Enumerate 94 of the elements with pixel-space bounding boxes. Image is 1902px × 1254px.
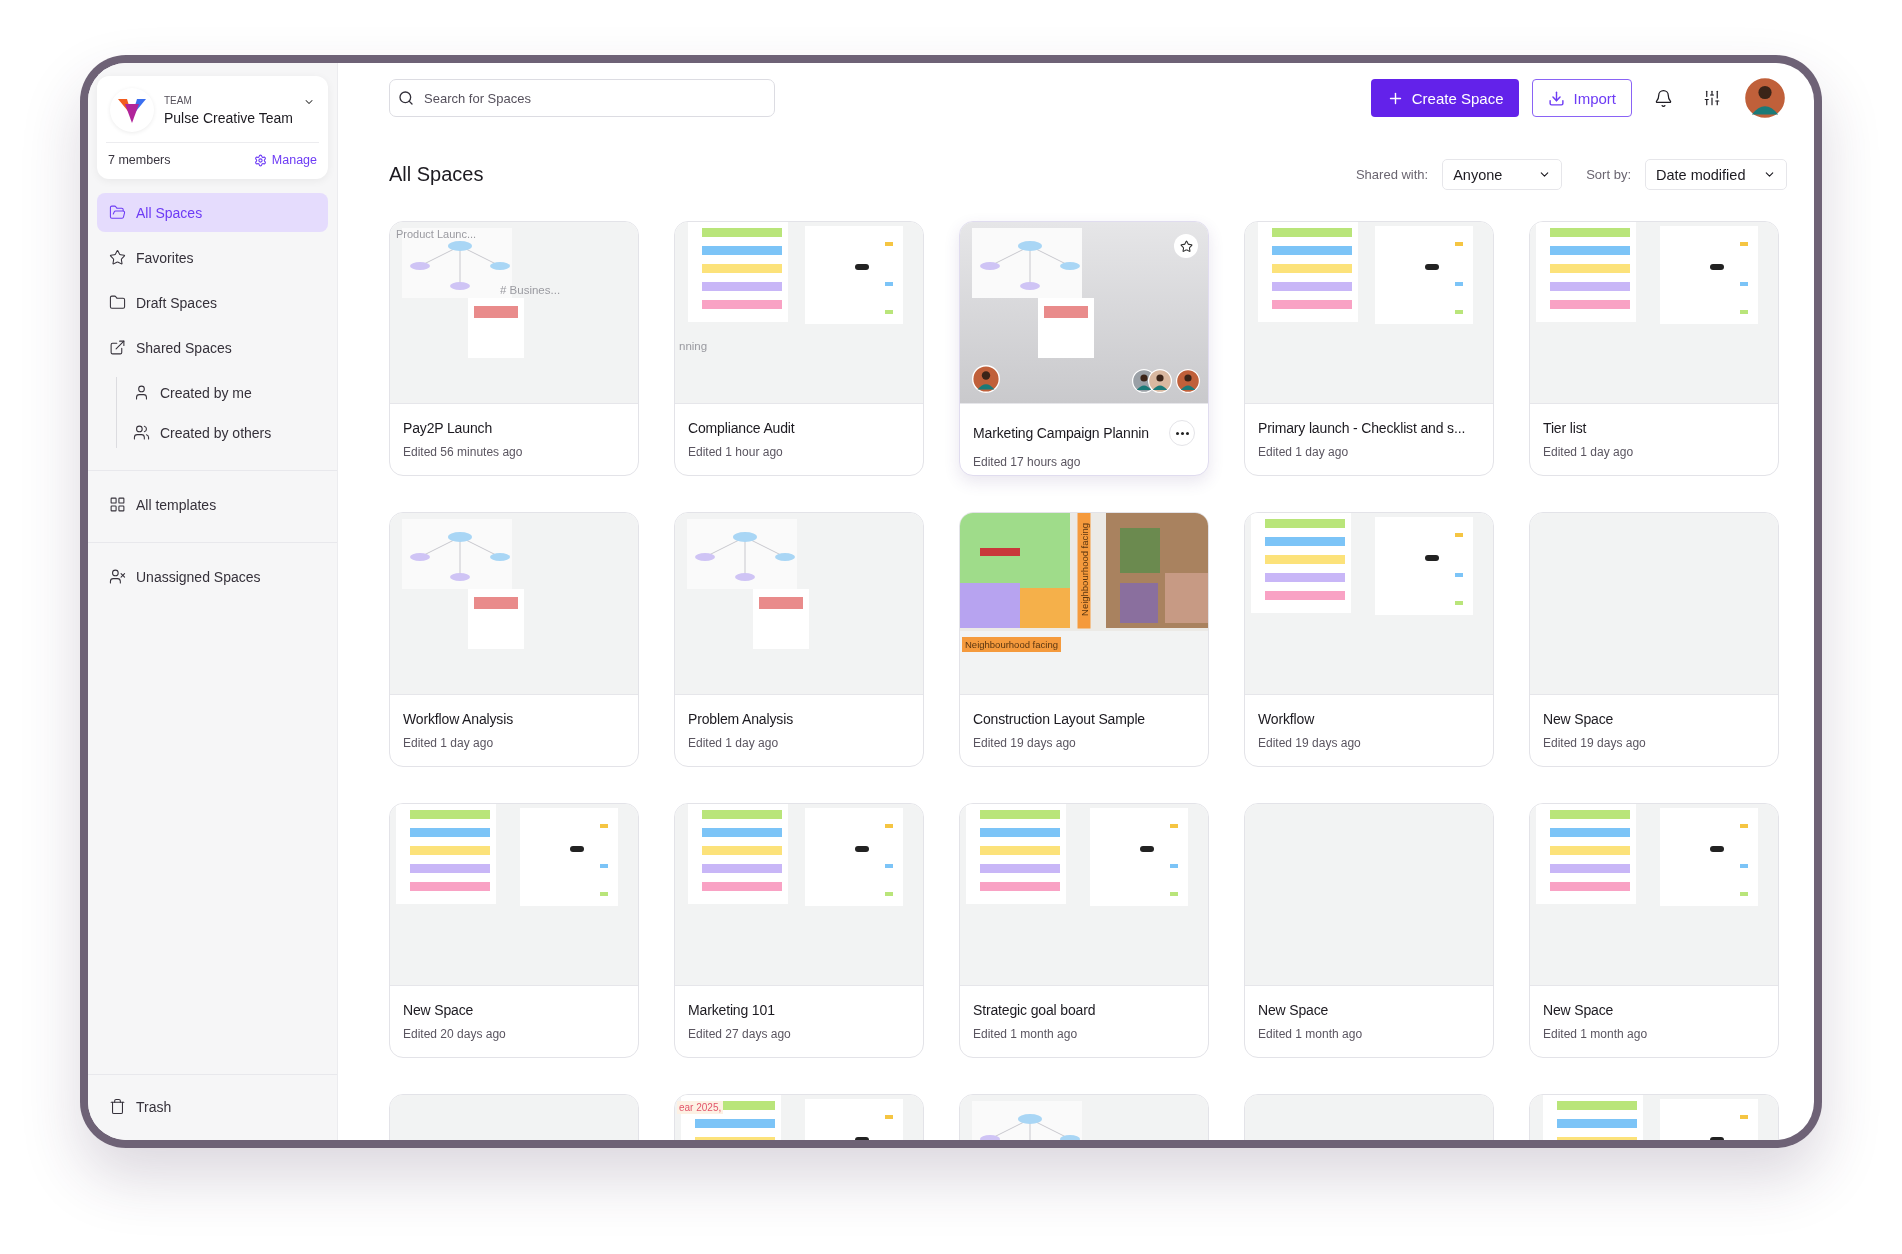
card-title: Workflow Analysis bbox=[403, 711, 513, 727]
edited-time: Edited 19 days ago bbox=[1543, 736, 1647, 750]
card-title: New Space bbox=[403, 1002, 474, 1018]
space-card[interactable]: Strategic goal board Edited 1 month ago bbox=[959, 803, 1209, 1058]
nav-item[interactable]: All Spaces bbox=[97, 193, 328, 232]
card-title: Pay2P Launch bbox=[403, 420, 492, 436]
space-card[interactable]: New Space Edited 1 month ago bbox=[1244, 803, 1494, 1058]
star-icon bbox=[109, 249, 126, 266]
filter-dropdown[interactable]: Anyone bbox=[1442, 159, 1563, 190]
card-title: Strategic goal board bbox=[973, 1002, 1096, 1018]
settings-icon bbox=[253, 153, 267, 167]
card-title: New Space bbox=[1258, 1002, 1329, 1018]
import-button[interactable]: Import bbox=[1532, 79, 1632, 117]
edited-time: Edited 1 day ago bbox=[1543, 445, 1635, 459]
more-button[interactable] bbox=[1169, 420, 1195, 446]
filter-label: Sort by: bbox=[1586, 167, 1631, 182]
nav-item[interactable]: Created by me bbox=[97, 373, 328, 412]
member-count: 7 members bbox=[108, 153, 171, 167]
space-card[interactable]: Problem Analysis Edited 1 day ago bbox=[674, 512, 924, 767]
edited-time: Edited 1 month ago bbox=[1258, 1027, 1364, 1041]
avatar bbox=[1148, 369, 1172, 393]
share-icon bbox=[109, 339, 126, 356]
nav-item[interactable]: Created by others bbox=[97, 413, 328, 452]
card-title: Workflow bbox=[1258, 711, 1315, 727]
users-icon bbox=[133, 424, 150, 441]
manage-link[interactable]: Manage bbox=[253, 153, 317, 167]
nav-item[interactable]: Unassigned Spaces bbox=[97, 557, 328, 596]
folder-icon bbox=[109, 204, 126, 221]
card-title: New Space bbox=[1543, 1002, 1614, 1018]
nav-item[interactable]: All templates bbox=[97, 485, 328, 524]
thumbnail-label: Neighbourhood facing bbox=[962, 637, 1061, 652]
download-icon bbox=[1548, 89, 1566, 107]
card-title: Problem Analysis bbox=[688, 711, 793, 727]
filter-dropdown[interactable]: Date modified bbox=[1645, 159, 1787, 190]
space-card[interactable]: nning Compliance Audit Edited 1 hour ago bbox=[674, 221, 924, 476]
edited-time: Edited 27 days ago bbox=[688, 1027, 792, 1041]
search-icon bbox=[398, 90, 414, 106]
card-title: Marketing Campaign Plannin bbox=[973, 425, 1149, 441]
trash-icon bbox=[109, 1098, 126, 1115]
team-name: Pulse Creative Team bbox=[164, 109, 293, 126]
ellipsis-icon bbox=[1175, 431, 1189, 435]
page-title: All Spaces bbox=[389, 163, 485, 186]
edited-time: Edited 1 month ago bbox=[1543, 1027, 1649, 1041]
star-icon bbox=[1179, 239, 1193, 253]
avatar bbox=[1176, 369, 1200, 393]
search-field[interactable]: Search for Spaces bbox=[389, 79, 775, 117]
space-card[interactable]: Neighbourhood facing Neighbourhood facing Construction Layout Sample Edited 19 days ago bbox=[959, 512, 1209, 767]
avatar bbox=[972, 365, 1000, 393]
user-remove-icon bbox=[109, 568, 126, 585]
space-card[interactable]: Tier list Edited 1 day ago bbox=[1529, 221, 1779, 476]
space-card[interactable]: New Space Edited 1 month ago bbox=[1529, 803, 1779, 1058]
avatar bbox=[1743, 76, 1787, 120]
edited-time: Edited 1 day ago bbox=[403, 736, 495, 750]
space-card[interactable]: Marketing 101 Edited 27 days ago bbox=[674, 803, 924, 1058]
space-card[interactable]: Workflow Analysis Edited 1 day ago bbox=[389, 512, 639, 767]
thumbnail-label: ear 2025, bbox=[677, 1101, 724, 1114]
favorite-button[interactable] bbox=[1174, 234, 1198, 258]
card-title: Primary launch - Checklist and s... bbox=[1258, 420, 1466, 436]
user-icon bbox=[133, 384, 150, 401]
nav-item[interactable]: Trash bbox=[97, 1087, 328, 1126]
edited-time: Edited 56 minutes ago bbox=[403, 445, 524, 459]
space-card[interactable]: Product Launc... # Busines... Pay2P Launch Edited 56 minutes ago bbox=[389, 221, 639, 476]
edited-time: Edited 1 day ago bbox=[688, 736, 780, 750]
filter-label: Shared with: bbox=[1355, 167, 1429, 182]
card-title: Compliance Audit bbox=[688, 420, 795, 436]
thumbnail-label: Product Launc... bbox=[396, 228, 477, 240]
card-title: Marketing 101 bbox=[688, 1002, 775, 1018]
space-card[interactable]: Workflow Edited 19 days ago bbox=[1244, 512, 1494, 767]
card-title: Construction Layout Sample bbox=[973, 711, 1145, 727]
space-card[interactable]: Primary launch - Checklist and s... Edited 1 day ago bbox=[1244, 221, 1494, 476]
card-title: New Space bbox=[1543, 711, 1614, 727]
edited-time: Edited 1 month ago bbox=[973, 1027, 1079, 1041]
create-space-button[interactable]: Create Space bbox=[1370, 79, 1520, 117]
edited-time: Edited 17 hours ago bbox=[973, 455, 1082, 469]
space-card[interactable]: New Space Edited 20 days ago bbox=[389, 803, 639, 1058]
logo bbox=[110, 88, 154, 132]
thumbnail-label: Neighbourhood facing bbox=[1077, 513, 1091, 629]
profile-avatar[interactable] bbox=[1743, 76, 1787, 120]
edited-time: Edited 1 day ago bbox=[1258, 445, 1350, 459]
thumbnail-label: # Busines... bbox=[500, 284, 561, 296]
edited-time: Edited 20 days ago bbox=[403, 1027, 507, 1041]
team-label: TEAM bbox=[164, 94, 193, 106]
thumbnail-label: nning bbox=[679, 340, 708, 352]
edited-time: Edited 19 days ago bbox=[973, 736, 1077, 750]
edited-time: Edited 19 days ago bbox=[1258, 736, 1362, 750]
card-title: Tier list bbox=[1543, 420, 1587, 436]
grid-icon bbox=[109, 496, 126, 513]
edited-time: Edited 1 hour ago bbox=[688, 445, 784, 459]
nav-item[interactable]: Favorites bbox=[97, 238, 328, 277]
space-card[interactable]: New Space Edited 19 days ago bbox=[1529, 512, 1779, 767]
space-card[interactable]: Marketing Campaign Plannin Edited 17 hours ago bbox=[959, 221, 1209, 476]
folder-icon bbox=[109, 294, 126, 311]
nav-item[interactable]: Draft Spaces bbox=[97, 283, 328, 322]
nav-item[interactable]: Shared Spaces bbox=[97, 328, 328, 367]
